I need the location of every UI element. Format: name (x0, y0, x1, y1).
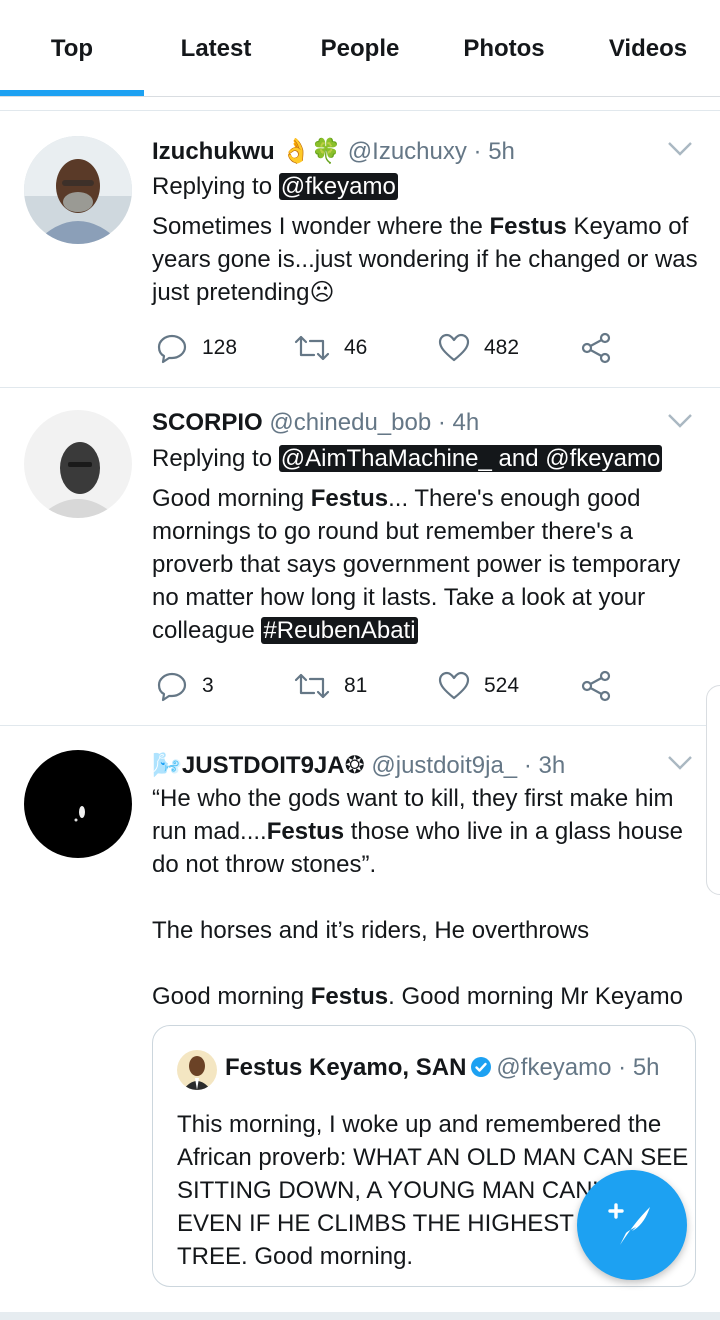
author-handle[interactable]: @fkeyamo (496, 1054, 611, 1081)
compose-tweet-button[interactable] (577, 1170, 687, 1280)
scroll-handle[interactable] (706, 685, 720, 895)
tweet-text: “He who the gods want to kill, they firs… (152, 782, 702, 1013)
tweet-paragraph: Good morning Festus. Good morning Mr Key… (152, 980, 702, 1013)
avatar[interactable] (177, 1050, 217, 1090)
name-emoji: ❂ (344, 751, 365, 779)
name-emoji: 🌬️ (152, 751, 182, 779)
author-handle[interactable]: @justdoit9ja_ (371, 752, 517, 779)
avatar[interactable] (24, 750, 132, 858)
author-name[interactable]: Festus Keyamo, SAN (225, 1054, 466, 1081)
tweet-text-part: Good morning (152, 983, 311, 1010)
tweet-paragraph: The horses and it’s riders, He overthrow… (152, 917, 590, 944)
tweet-time: · 5h (618, 1054, 660, 1081)
quoted-tweet-header: Festus Keyamo, SAN @fkeyamo · 5h (225, 1054, 660, 1082)
compose-tweet-icon (608, 1203, 650, 1245)
verified-badge-icon (471, 1057, 492, 1077)
highlighted-keyword: Festus (266, 818, 345, 845)
chevron-down-icon[interactable] (666, 754, 694, 772)
tweet-paragraph: “He who the gods want to kill, they firs… (152, 782, 702, 881)
tweet-header: 🌬️JUSTDOIT9JA❂ @justdoit9ja_ · 3h (152, 751, 565, 780)
author-name[interactable]: JUSTDOIT9JA (182, 752, 345, 779)
highlighted-keyword: Festus (310, 983, 389, 1010)
tweet-text-part: . Good morning Mr Keyamo (388, 983, 683, 1010)
tweet[interactable]: 🌬️JUSTDOIT9JA❂ @justdoit9ja_ · 3h “He wh… (0, 0, 720, 1312)
tweet-time: · 3h (523, 752, 566, 779)
bottom-edge (0, 1312, 720, 1320)
